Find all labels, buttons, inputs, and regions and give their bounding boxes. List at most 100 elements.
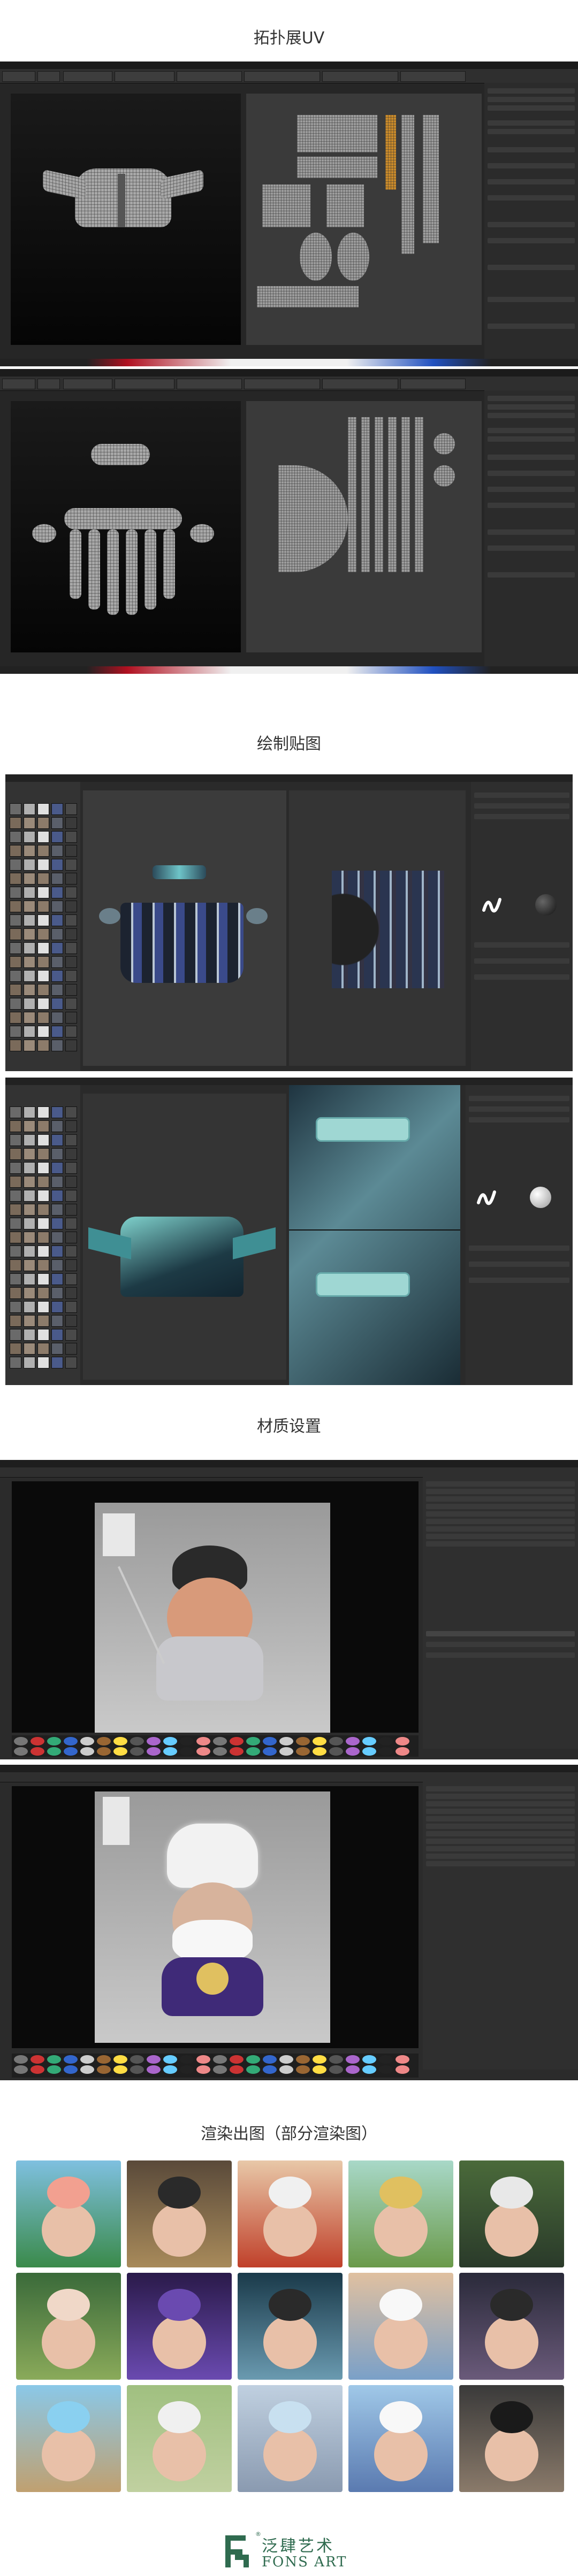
material-preview[interactable] xyxy=(362,2055,376,2064)
material-preview[interactable] xyxy=(263,2055,277,2064)
material-swatch[interactable] xyxy=(37,831,49,843)
material-preview[interactable] xyxy=(64,2055,78,2064)
material-swatch[interactable] xyxy=(65,1287,77,1299)
material-preview[interactable] xyxy=(31,1747,44,1756)
material-swatch[interactable] xyxy=(10,1120,21,1132)
material-swatch[interactable] xyxy=(65,1245,77,1257)
material-swatch[interactable] xyxy=(65,984,77,996)
material-preview[interactable] xyxy=(246,2065,260,2074)
material-swatch[interactable] xyxy=(65,859,77,871)
material-swatch[interactable] xyxy=(10,1190,21,1202)
material-swatch[interactable] xyxy=(65,887,77,898)
material-swatch[interactable] xyxy=(37,1190,49,1202)
material-swatch[interactable] xyxy=(65,845,77,857)
material-swatch[interactable] xyxy=(51,928,63,940)
material-swatch[interactable] xyxy=(65,1134,77,1146)
material-preview[interactable] xyxy=(113,1747,127,1756)
material-swatch[interactable] xyxy=(10,970,21,982)
3d-viewport[interactable] xyxy=(11,94,241,345)
material-swatch[interactable] xyxy=(65,1026,77,1037)
material-preview[interactable] xyxy=(163,1737,177,1745)
material-preview[interactable] xyxy=(47,2055,61,2064)
material-swatch[interactable] xyxy=(10,1287,21,1299)
material-swatch[interactable] xyxy=(37,1287,49,1299)
material-preview[interactable] xyxy=(147,2055,161,2064)
material-swatch[interactable] xyxy=(10,845,21,857)
material-swatch[interactable] xyxy=(37,1012,49,1024)
material-preview[interactable] xyxy=(230,2055,244,2064)
material-preview[interactable] xyxy=(97,1747,111,1756)
material-preview[interactable] xyxy=(80,2055,94,2064)
material-swatch[interactable] xyxy=(10,998,21,1010)
material-preview[interactable] xyxy=(14,2065,28,2074)
material-swatch[interactable] xyxy=(37,1026,49,1037)
material-preview[interactable] xyxy=(213,2065,227,2074)
material-swatch[interactable] xyxy=(24,1329,35,1341)
material-swatch[interactable] xyxy=(24,1259,35,1271)
material-swatch[interactable] xyxy=(65,1204,77,1216)
material-preview[interactable] xyxy=(97,2055,111,2064)
material-swatch[interactable] xyxy=(65,803,77,815)
material-swatch[interactable] xyxy=(37,859,49,871)
material-swatch[interactable] xyxy=(51,1176,63,1188)
material-swatch[interactable] xyxy=(24,1232,35,1243)
material-swatch[interactable] xyxy=(37,956,49,968)
material-swatch[interactable] xyxy=(24,887,35,898)
material-preview[interactable] xyxy=(296,2065,310,2074)
material-preview[interactable] xyxy=(263,1747,277,1756)
material-swatch[interactable] xyxy=(51,1190,63,1202)
material-swatch[interactable] xyxy=(37,1218,49,1229)
material-swatch[interactable] xyxy=(10,1134,21,1146)
properties-panel[interactable] xyxy=(484,390,578,666)
material-swatch[interactable] xyxy=(51,970,63,982)
material-preview[interactable] xyxy=(379,2065,393,2074)
material-swatch[interactable] xyxy=(51,1357,63,1368)
material-swatch[interactable] xyxy=(24,984,35,996)
material-swatch[interactable] xyxy=(24,1162,35,1174)
material-swatch[interactable] xyxy=(10,914,21,926)
material-swatch[interactable] xyxy=(65,1148,77,1160)
material-swatch[interactable] xyxy=(10,1343,21,1355)
material-swatch[interactable] xyxy=(10,873,21,885)
material-swatch[interactable] xyxy=(65,1329,77,1341)
material-preview[interactable] xyxy=(263,1737,277,1745)
material-preview[interactable] xyxy=(246,1747,260,1756)
material-swatch[interactable] xyxy=(10,1273,21,1285)
material-preview[interactable] xyxy=(113,1737,127,1745)
material-swatch[interactable] xyxy=(65,1343,77,1355)
material-swatch[interactable] xyxy=(24,1190,35,1202)
material-preview[interactable] xyxy=(279,1737,293,1745)
material-preview[interactable] xyxy=(263,2065,277,2074)
material-swatch[interactable] xyxy=(10,1218,21,1229)
uv-editor[interactable] xyxy=(246,94,482,345)
material-preview[interactable] xyxy=(230,1747,244,1756)
material-swatch[interactable] xyxy=(24,1148,35,1160)
brush-properties-panel[interactable] xyxy=(471,782,573,1071)
material-preview[interactable] xyxy=(14,1747,28,1756)
material-swatch[interactable] xyxy=(37,1040,49,1051)
material-preview[interactable] xyxy=(346,1737,360,1745)
material-swatch[interactable] xyxy=(51,1259,63,1271)
material-preview[interactable] xyxy=(163,1747,177,1756)
material-swatch[interactable] xyxy=(51,1012,63,1024)
material-swatch[interactable] xyxy=(37,1232,49,1243)
material-preview[interactable] xyxy=(180,1737,194,1745)
material-preview[interactable] xyxy=(379,1737,393,1745)
material-preview[interactable] xyxy=(362,1747,376,1756)
material-swatch[interactable] xyxy=(24,1245,35,1257)
material-swatch[interactable] xyxy=(37,1134,49,1146)
material-preview[interactable] xyxy=(279,1747,293,1756)
material-preview[interactable] xyxy=(296,1737,310,1745)
material-swatch[interactable] xyxy=(10,928,21,940)
render-viewport[interactable] xyxy=(12,1786,419,2048)
material-swatch[interactable] xyxy=(24,803,35,815)
material-swatch[interactable] xyxy=(51,1287,63,1299)
material-preview[interactable] xyxy=(47,1737,61,1745)
3d-viewport[interactable] xyxy=(83,1094,286,1380)
material-swatch[interactable] xyxy=(24,1012,35,1024)
material-swatch[interactable] xyxy=(10,831,21,843)
material-swatch[interactable] xyxy=(10,1301,21,1313)
material-swatch[interactable] xyxy=(37,803,49,815)
material-swatch[interactable] xyxy=(10,859,21,871)
material-swatch[interactable] xyxy=(51,817,63,829)
